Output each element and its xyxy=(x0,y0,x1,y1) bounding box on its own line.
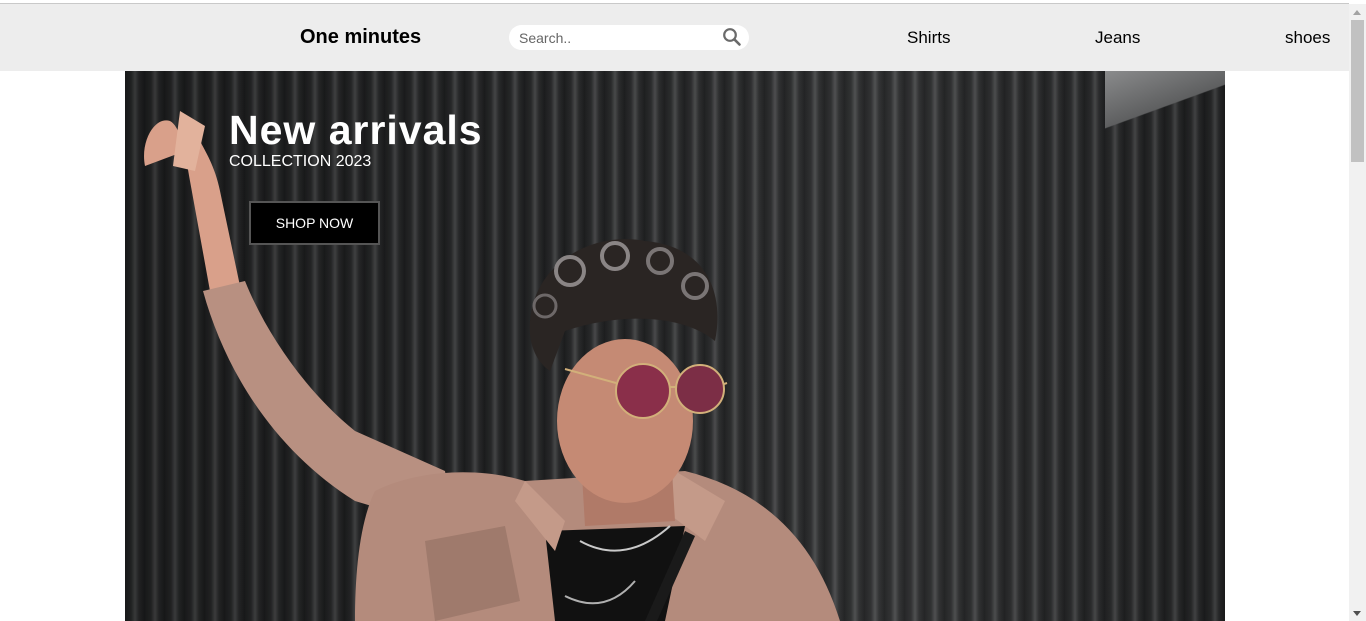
hero-banner: New arrivals COLLECTION 2023 SHOP NOW xyxy=(125,71,1225,621)
nav-link-shoes[interactable]: shoes xyxy=(1285,28,1330,48)
search-icon[interactable] xyxy=(722,27,742,47)
scrollbar-thumb[interactable] xyxy=(1351,20,1364,162)
shop-now-button[interactable]: SHOP NOW xyxy=(249,201,380,245)
vertical-scrollbar[interactable] xyxy=(1349,4,1366,621)
nav-link-shirts[interactable]: Shirts xyxy=(907,28,950,48)
search-input[interactable] xyxy=(519,28,709,47)
brand-logo[interactable]: One minutes xyxy=(300,26,421,49)
hero-title: New arrivals xyxy=(229,107,483,153)
navbar: One minutes Shirts Jeans shoes xyxy=(0,4,1349,71)
scroll-up-arrow-icon[interactable] xyxy=(1353,10,1361,15)
nav-link-jeans[interactable]: Jeans xyxy=(1095,28,1140,48)
hero-subtitle: COLLECTION 2023 xyxy=(229,153,372,170)
search-box xyxy=(509,25,749,50)
scroll-down-arrow-icon[interactable] xyxy=(1353,611,1361,616)
